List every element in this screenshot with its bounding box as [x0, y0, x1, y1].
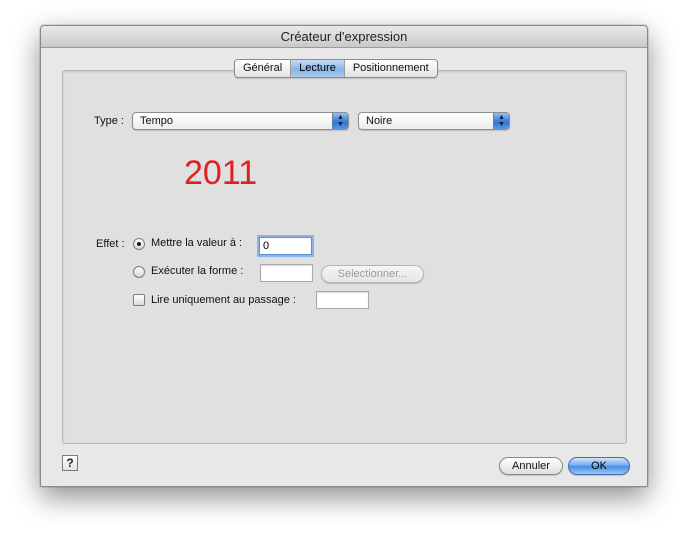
cancel-button[interactable]: Annuler [499, 457, 563, 475]
read-only-input[interactable] [316, 291, 369, 309]
note-popup[interactable]: Noire ▲ ▼ [358, 112, 510, 130]
help-icon[interactable]: ? [62, 455, 78, 471]
tab-general[interactable]: Général [235, 60, 290, 77]
type-popup-value: Tempo [140, 115, 174, 127]
run-shape-label: Exécuter la forme : [151, 265, 244, 277]
type-popup[interactable]: Tempo ▲ ▼ [132, 112, 349, 130]
tab-bar: Général Lecture Positionnement [234, 59, 438, 78]
set-value-input[interactable] [259, 237, 312, 255]
note-popup-value: Noire [366, 115, 393, 127]
expression-creator-dialog: Créateur d'expression Général Lecture Po… [40, 25, 648, 487]
effect-label: Effet : [96, 238, 125, 250]
updown-arrows-icon: ▲ ▼ [493, 113, 509, 129]
run-shape-radio[interactable] [133, 266, 145, 278]
year-text: 2011 [184, 154, 258, 192]
set-value-radio[interactable] [133, 238, 145, 250]
type-label: Type : [94, 115, 124, 127]
ok-button[interactable]: OK [568, 457, 630, 475]
window-title: Créateur d'expression [41, 26, 647, 48]
updown-arrows-icon: ▲ ▼ [332, 113, 348, 129]
tab-lecture[interactable]: Lecture [290, 60, 344, 77]
read-only-checkbox[interactable] [133, 294, 145, 306]
select-button[interactable]: Selectionner... [321, 265, 424, 283]
tab-positionnement[interactable]: Positionnement [343, 60, 437, 77]
set-value-label: Mettre la valeur à : [151, 237, 243, 249]
run-shape-input[interactable] [260, 264, 313, 282]
read-only-label: Lire uniquement au passage : [151, 294, 296, 306]
